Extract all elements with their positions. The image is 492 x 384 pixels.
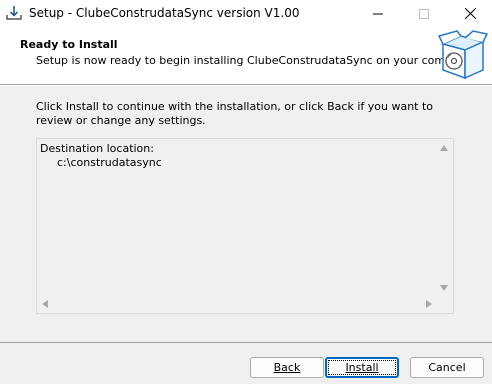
scroll-right-icon[interactable] xyxy=(426,300,432,308)
cancel-button[interactable]: Cancel xyxy=(410,357,484,378)
destination-path: c:\construdatasync xyxy=(57,156,162,169)
instruction-text: Click Install to continue with the insta… xyxy=(36,100,434,127)
cancel-button-label: Cancel xyxy=(428,361,466,374)
minimize-icon xyxy=(373,13,383,14)
scroll-left-icon[interactable] xyxy=(42,300,48,308)
page-subtitle: Setup is now ready to begin installing C… xyxy=(36,54,478,67)
focus-ring xyxy=(328,360,396,375)
destination-heading: Destination location: xyxy=(40,142,154,155)
setup-box-disc-icon xyxy=(437,30,489,82)
scrollbar-corner xyxy=(436,296,453,313)
maximize-icon xyxy=(419,8,429,19)
back-button[interactable]: Back xyxy=(250,357,324,378)
maximize-button xyxy=(401,0,447,27)
scroll-up-icon[interactable] xyxy=(440,145,448,151)
install-button[interactable]: Install xyxy=(325,357,399,378)
settings-summary-memo[interactable]: Destination location: c:\construdatasync xyxy=(36,138,454,314)
title-bar: Setup - ClubeConstrudataSync version V1.… xyxy=(0,0,492,27)
wizard-footer: Back Install Cancel xyxy=(0,342,492,384)
wizard-body: Click Install to continue with the insta… xyxy=(0,86,492,342)
horizontal-scrollbar[interactable] xyxy=(37,296,437,313)
wizard-header: Ready to Install Setup is now ready to b… xyxy=(0,27,492,85)
installer-download-icon xyxy=(5,4,23,22)
vertical-scrollbar[interactable] xyxy=(436,139,453,297)
window-title: Setup - ClubeConstrudataSync version V1.… xyxy=(29,6,300,20)
close-icon xyxy=(464,8,476,19)
scroll-down-icon[interactable] xyxy=(440,285,448,291)
memo-content: Destination location: c:\construdatasync xyxy=(40,142,162,170)
minimize-button[interactable] xyxy=(355,0,401,27)
page-title: Ready to Install xyxy=(20,38,118,51)
back-button-label: Back xyxy=(273,361,301,374)
close-button[interactable] xyxy=(447,0,492,27)
